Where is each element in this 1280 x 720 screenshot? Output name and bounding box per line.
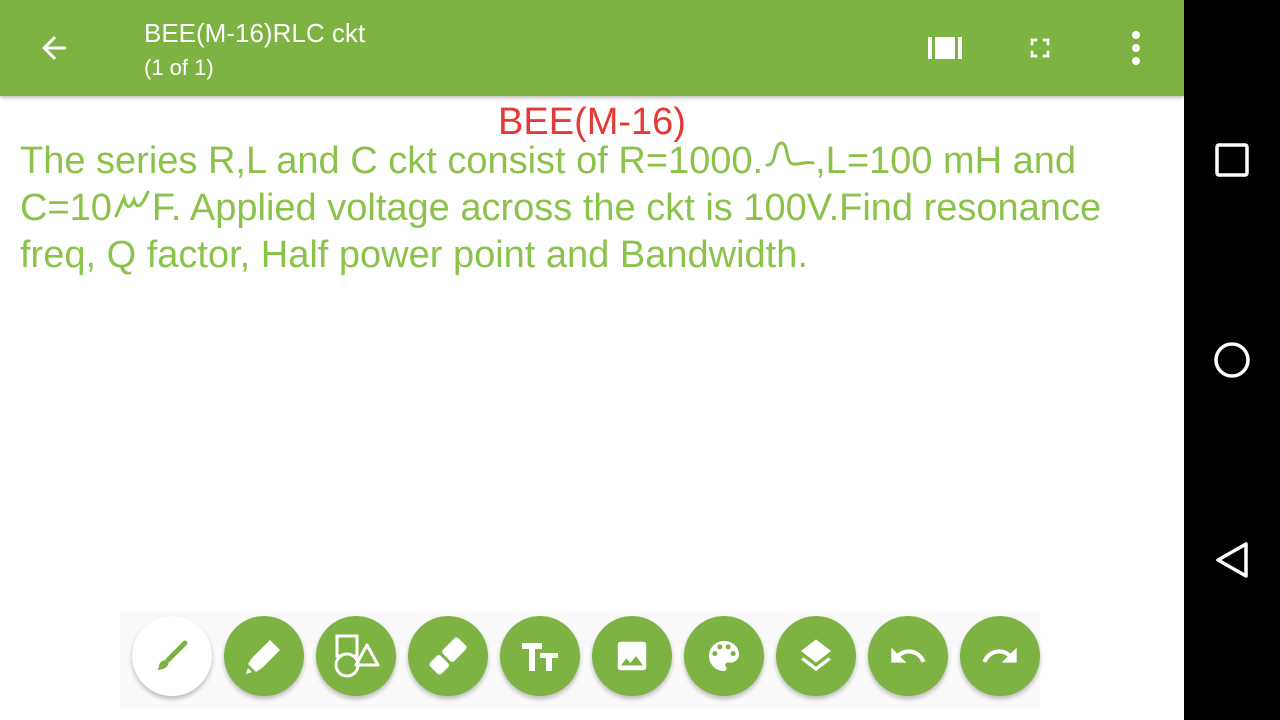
image-icon [617,641,647,671]
note-line1-end: ,L=100 mH and [815,140,1077,182]
palette-icon [709,641,739,671]
eraser-tool-button[interactable] [408,616,488,696]
page-count: (1 of 1) [144,55,214,80]
redo-button[interactable] [960,616,1040,696]
app-bar: BEE(M-16)RLC ckt (1 of 1) [0,0,1184,96]
fullscreen-icon [1030,38,1050,58]
highlighter-icon [246,640,280,674]
image-tool-button[interactable] [592,616,672,696]
back-triangle-icon [1216,542,1248,578]
system-nav-bar [1184,0,1280,720]
palette-tool-button[interactable] [684,616,764,696]
shapes-tool-button[interactable] [316,616,396,696]
mu-handwritten-icon [114,190,150,218]
home-button[interactable] [1200,328,1264,392]
text-tool-button[interactable] [500,616,580,696]
fullscreen-button[interactable] [1016,24,1064,72]
text-icon [522,643,558,671]
document-title: BEE(M-16)RLC ckt [144,18,366,48]
back-button[interactable] [22,24,86,72]
back-arrow-icon [42,36,66,60]
page-view-button[interactable] [921,24,969,72]
redo-icon [982,647,1017,663]
highlighter-tool-button[interactable] [224,616,304,696]
layers-tool-button[interactable] [776,616,856,696]
page-view-icon [928,37,962,59]
home-circle-icon [1214,342,1250,378]
recents-button[interactable] [1200,128,1264,192]
brush-icon [157,640,188,670]
app-window: BEE(M-16)RLC ckt (1 of 1) BEE(M-16) The … [0,0,1184,720]
nav-back-button[interactable] [1200,528,1264,592]
layers-icon [801,639,831,672]
note-line3: freq, Q factor, Half power point and Ban… [20,234,808,276]
more-options-button[interactable] [1112,24,1160,72]
note-line2-end: F. Applied voltage across the ckt is 100… [151,187,1102,229]
recents-square-icon [1215,143,1249,177]
more-vert-icon [1132,31,1140,65]
brush-tool-button[interactable] [132,616,212,696]
note-line2-start: C=10 [20,187,112,229]
note-text: The series R,L and C ckt consist of R=10… [20,138,1170,279]
ohm-handwritten-icon [765,141,815,167]
shapes-icon [334,634,380,678]
undo-icon [891,647,926,663]
note-line1-start: The series R,L and C ckt consist of R=10… [20,140,764,182]
undo-button[interactable] [868,616,948,696]
eraser-icon [429,637,467,675]
